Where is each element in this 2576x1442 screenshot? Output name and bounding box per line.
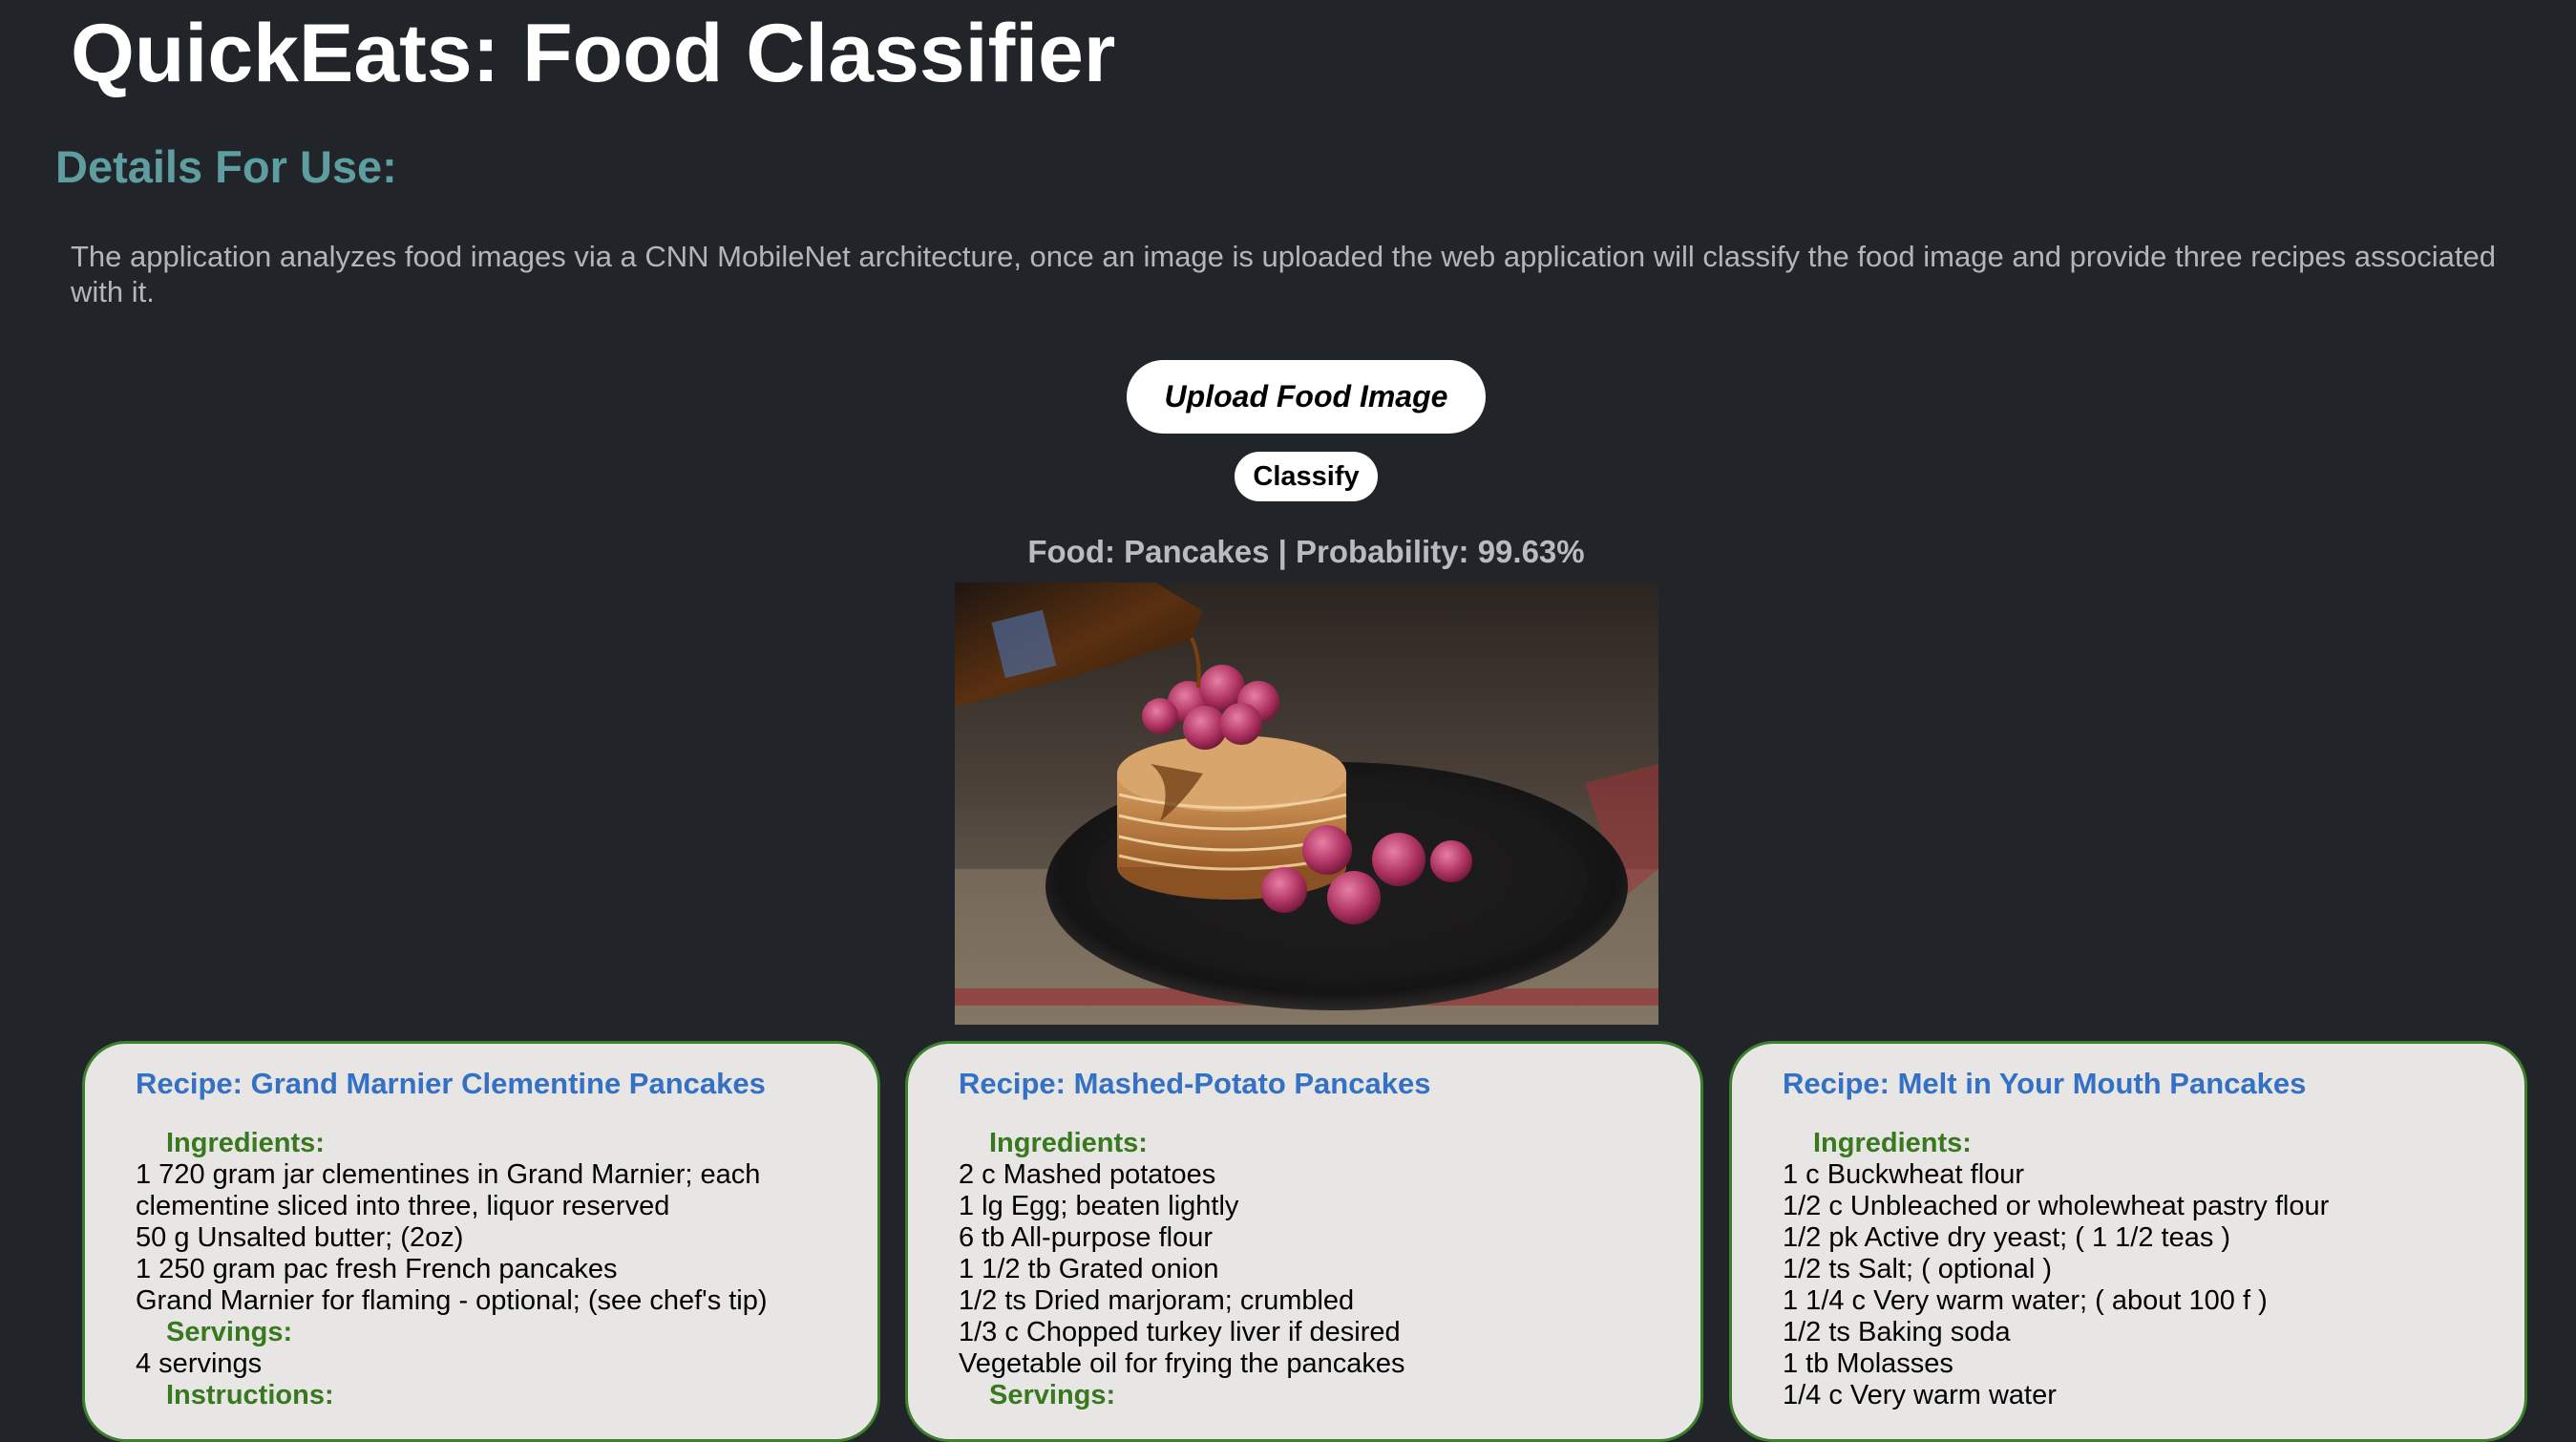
ingredient-line: 1 1/2 tb Grated onion [959, 1254, 1219, 1284]
recipe-card: Recipe: Mashed-Potato Pancakes Ingredien… [905, 1041, 1703, 1442]
ingredient-line: 1/2 pk Active dry yeast; ( 1 1/2 teas ) [1783, 1222, 2231, 1253]
page-title: QuickEats: Food Classifier [71, 8, 1116, 99]
ingredient-line: 1/2 ts Dried marjoram; crumbled [959, 1285, 1355, 1316]
ingredient-line: 50 g Unsalted butter; (2oz) [136, 1222, 464, 1253]
ingredient-line: 1/2 ts Salt; ( optional ) [1783, 1254, 2053, 1284]
ingredient-line: 1/2 c Unbleached or wholewheat pastry fl… [1783, 1191, 2330, 1221]
servings-value: 4 servings [136, 1348, 263, 1379]
ingredient-line: 1 1/4 c Very warm water; ( about 100 f ) [1783, 1285, 2268, 1316]
ingredient-line: Vegetable oil for frying the pancakes [959, 1348, 1405, 1379]
instructions-label: Instructions: [166, 1380, 334, 1410]
ingredient-line: 1 720 gram jar clementines in Grand Marn… [136, 1159, 761, 1190]
ingredient-line: 1 lg Egg; beaten lightly [959, 1191, 1239, 1221]
ingredients-label: Ingredients: [989, 1128, 1148, 1158]
recipe-body: Ingredients: 1 720 gram jar clementines … [136, 1128, 858, 1411]
servings-label: Servings: [166, 1317, 293, 1347]
details-heading: Details For Use: [55, 141, 397, 192]
ingredients-label: Ingredients: [1813, 1128, 1972, 1158]
recipe-body: Ingredients: 1 c Buckwheat flour 1/2 c U… [1783, 1128, 2505, 1411]
ingredient-line: Grand Marnier for flaming - optional; (s… [136, 1285, 768, 1316]
food-image [955, 583, 1658, 1025]
ingredient-line: 1/2 ts Baking soda [1783, 1317, 2011, 1347]
recipe-card: Recipe: Melt in Your Mouth Pancakes Ingr… [1729, 1041, 2527, 1442]
ingredient-line: 2 c Mashed potatoes [959, 1159, 1216, 1190]
upload-food-image-button[interactable]: Upload Food Image [1127, 360, 1486, 434]
recipe-body: Ingredients: 2 c Mashed potatoes 1 lg Eg… [959, 1128, 1681, 1411]
recipe-title: Recipe: Grand Marnier Clementine Pancake… [136, 1067, 766, 1100]
recipe-title: Recipe: Melt in Your Mouth Pancakes [1783, 1067, 2307, 1100]
ingredient-line: 1 250 gram pac fresh French pancakes [136, 1254, 618, 1284]
ingredient-line: 1/3 c Chopped turkey liver if desired [959, 1317, 1401, 1347]
recipe-card: Recipe: Grand Marnier Clementine Pancake… [82, 1041, 880, 1442]
ingredient-line: 1/4 c Very warm water [1783, 1380, 2057, 1410]
ingredient-line: 6 tb All-purpose flour [959, 1222, 1213, 1253]
ingredient-line: 1 tb Molasses [1783, 1348, 1953, 1379]
servings-label: Servings: [989, 1380, 1116, 1410]
recipe-title: Recipe: Mashed-Potato Pancakes [959, 1067, 1431, 1100]
app-description: The application analyzes food images via… [71, 240, 2496, 308]
ingredient-line: 1 c Buckwheat flour [1783, 1159, 2025, 1190]
classify-button[interactable]: Classify [1235, 452, 1378, 501]
classification-result: Food: Pancakes | Probability: 99.63% [1027, 534, 1585, 569]
ingredients-label: Ingredients: [166, 1128, 325, 1158]
ingredient-line: clementine sliced into three, liquor res… [136, 1191, 670, 1221]
